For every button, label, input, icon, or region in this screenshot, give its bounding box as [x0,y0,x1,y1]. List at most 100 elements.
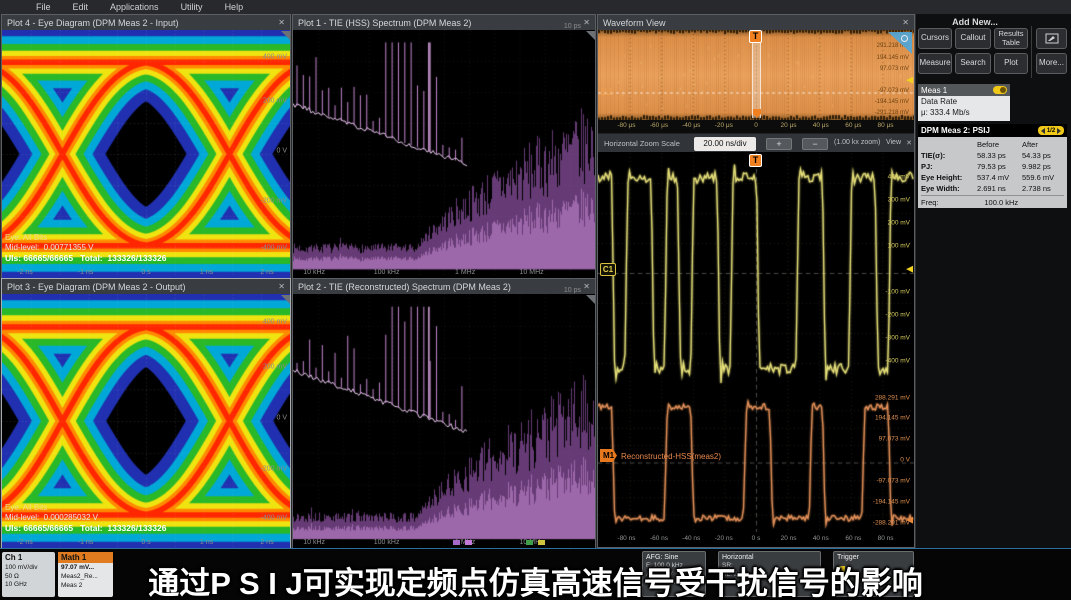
cursors-button[interactable]: Cursors [918,28,952,49]
col-after: After [1022,140,1064,149]
time-label: 40 μs [813,122,829,129]
time-label: -20 μs [715,122,733,129]
time-label: -60 ns [650,535,668,542]
trigger-position-badge[interactable]: T [749,30,762,43]
menu-applications[interactable]: Applications [110,2,159,12]
dpm-title: DPM Meas 2: PSIJ [921,126,990,135]
plot1-panel: Plot 1 - TIE (HSS) Spectrum (DPM Meas 2)… [292,14,596,278]
tie-reconstructed-spectrum-canvas[interactable] [293,294,595,548]
ch1-waveform-canvas[interactable] [598,153,914,393]
freq-axis-label: 100 kHz [374,539,400,546]
y-axis-label: -200 mV [261,466,287,473]
time-label: -80 ns [617,535,635,542]
plot2-title: Plot 2 - TIE (Reconstructed) Spectrum (D… [298,282,511,292]
zoom-out-button[interactable]: − [802,138,828,150]
menu-file[interactable]: File [36,2,51,12]
plot2-titlebar[interactable]: Plot 2 - TIE (Reconstructed) Spectrum (D… [293,279,595,294]
plot4-titlebar[interactable]: Plot 4 - Eye Diagram (DPM Meas 2 - Input… [2,15,290,30]
eye-bits-label: Eye: All Bits [5,233,166,243]
row-before: 2.691 ns [977,184,1022,193]
menu-bar: File Edit Applications Utility Help [0,0,1071,14]
menu-help[interactable]: Help [225,2,244,12]
overview-v-label: 194.145 mV [877,55,909,61]
col-before: Before [977,140,1022,149]
sidebar-divider [1031,26,1032,78]
row-label: TIE(σ): [921,151,977,160]
plot4-close-icon[interactable]: ✕ [278,18,285,27]
view-label: View [886,139,901,146]
meas1-card[interactable]: Meas 1 Data Rate μ: 333.4 Mb/s [918,84,1010,121]
x-axis-label: -1 ns [78,269,94,276]
overview-v-label: -194.145 mV [875,99,909,105]
oscilloscope-screen: File Edit Applications Utility Help Plot… [0,0,1071,600]
annotation-button[interactable] [1036,28,1067,49]
x-axis-label: -1 ns [78,539,94,546]
dpm-pager[interactable]: 1/2 [1038,126,1064,135]
row-label: Eye Width: [921,184,977,193]
plot2-resize-handle[interactable] [586,295,595,304]
plot3-resize-handle[interactable] [281,295,290,304]
time-label: -40 μs [682,122,700,129]
results-table-button[interactable]: Results Table [994,28,1028,49]
meas1-title: Meas 1 [921,86,947,95]
plot3-titlebar[interactable]: Plot 3 - Eye Diagram (DPM Meas 2 - Outpu… [2,279,290,294]
time-label: -80 μs [617,122,635,129]
y-axis-label: -400 mV [261,514,287,521]
pager-left-icon[interactable] [1041,128,1045,134]
ch1-v-label: -100 mV [885,289,910,296]
plot2-panel: Plot 2 - TIE (Reconstructed) Spectrum (D… [292,278,596,548]
callout-button[interactable]: Callout [955,28,991,49]
mid-level-label: Mid-level: 0.000285032 V [5,513,166,523]
plot3-close-icon[interactable]: ✕ [278,282,285,291]
x-axis-label: 1 ns [200,539,213,546]
y-axis-label: -200 mV [261,198,287,205]
zoom-window-handle[interactable] [752,43,761,118]
pager-right-icon[interactable] [1057,128,1061,134]
more-button[interactable]: More... [1036,53,1067,74]
zoom-in-button[interactable]: + [766,138,792,150]
freq-label: Freq: [921,198,939,207]
freq-axis-label: 1 MHz [455,269,475,276]
freq-axis-label: 10 kHz [303,269,325,276]
menu-edit[interactable]: Edit [73,2,89,12]
ch1-v-label: 100 mV [888,243,910,250]
zoom-close-icon[interactable]: ✕ [906,139,912,147]
meas1-toggle[interactable] [993,86,1007,94]
plot1-titlebar[interactable]: Plot 1 - TIE (HSS) Spectrum (DPM Meas 2)… [293,15,595,30]
waveform-titlebar[interactable]: Waveform View ✕ [598,15,914,30]
menu-utility[interactable]: Utility [181,2,203,12]
measure-button[interactable]: Measure [918,53,952,74]
eye-bits-label: Eye: All Bits [5,503,166,513]
waveform-overview[interactable]: M 1 291.218 mV 194.145 mV 97.073 mV -97.… [598,30,914,120]
x-axis-label: 0 s [141,539,150,546]
time-label: 0 [754,122,758,129]
dpm-meas2-card[interactable]: DPM Meas 2: PSIJ 1/2 Before After TIE(σ)… [918,124,1067,208]
plot1-close-icon[interactable]: ✕ [583,18,590,27]
zoom-scale-field[interactable]: 20.00 ns/div [694,137,756,151]
math1-source-label: Reconstructed-HSS(meas2) [621,452,721,461]
trigger-badge[interactable]: T [749,154,762,167]
plot-button[interactable]: Plot [994,53,1028,74]
waveform-view-panel: Waveform View ✕ M 1 291.218 mV 194.145 m… [597,14,915,548]
overview-time-axis: -80 μs -60 μs -40 μs -20 μs 0 20 μs 40 μ… [598,120,914,133]
waveform-close-icon[interactable]: ✕ [902,18,909,27]
source-chip [465,540,472,545]
math1-v-label: 194.145 mV [875,415,910,422]
ch1-badge[interactable]: C1 [600,263,616,276]
ch1-level-arrow-icon[interactable]: ◀ [906,265,913,274]
x-axis-label: -2 ns [17,269,33,276]
math1-v-label: 288.291 mV [875,395,910,402]
search-button[interactable]: Search [955,53,991,74]
plot2-close-icon[interactable]: ✕ [583,282,590,291]
tie-hss-spectrum-canvas[interactable] [293,30,595,278]
math1-waveform-canvas[interactable] [598,393,914,532]
trigger-level-arrow-icon[interactable]: ◀ [906,76,913,85]
meas1-value: μ: 333.4 Mb/s [921,108,1007,119]
math1-v-label: 97.073 mV [879,436,910,443]
plot1-resize-handle[interactable] [586,31,595,40]
x-axis-label: -2 ns [17,539,33,546]
plot4-resize-handle[interactable] [281,31,290,40]
ch1-v-label: -200 mV [885,312,910,319]
plot3-panel: Plot 3 - Eye Diagram (DPM Meas 2 - Outpu… [1,278,291,548]
x-axis-label: 2 ns [260,539,273,546]
